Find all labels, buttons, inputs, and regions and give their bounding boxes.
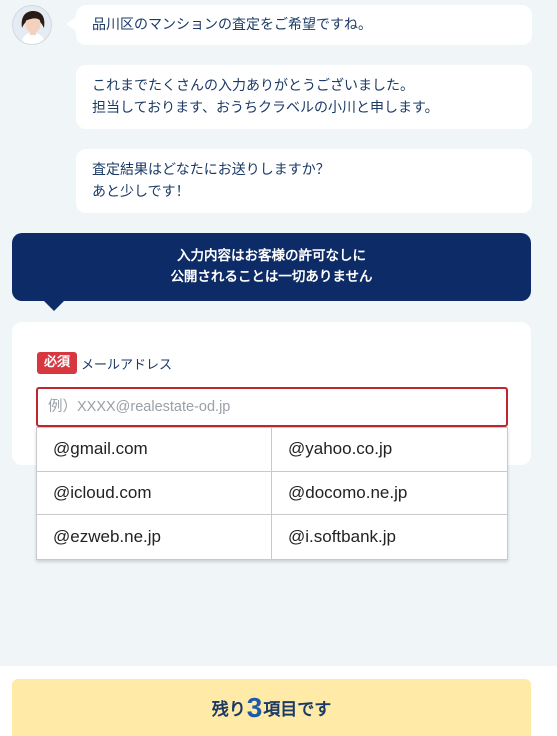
domain-suggestion-yahoo[interactable]: @yahoo.co.jp xyxy=(272,428,507,472)
chat-message-1: 品川区のマンションの査定をご希望ですね。 xyxy=(66,5,532,45)
chat-message-2-line-2: 担当しております、おうちクラベルの小川と申します。 xyxy=(92,100,439,116)
domain-suggestion-icloud[interactable]: @icloud.com xyxy=(37,471,272,516)
chat-message-2-line-1: これまでたくさんの入力ありがとうございました。 xyxy=(92,78,414,94)
required-badge: 必須 xyxy=(37,352,78,374)
privacy-notice-line-2: 公開されることは一切ありません xyxy=(170,269,373,285)
domain-suggestion-docomo[interactable]: @docomo.ne.jp xyxy=(272,472,507,516)
chat-message-1-line-1: 品川区のマンションの査定をご希望ですね。 xyxy=(92,17,372,33)
chat-message-3-line-1: 査定結果はどなたにお送りしますか？ xyxy=(92,162,330,178)
chat-message-3-line-2: あと少しです！ xyxy=(92,184,190,200)
email-field-label-row: 必須 メールアドレス xyxy=(37,352,172,374)
domain-suggestion-softbank[interactable]: @i.softbank.jp xyxy=(272,515,507,559)
remaining-items-banner: 残り 3 項目です xyxy=(12,679,531,736)
email-field-label: メールアドレス xyxy=(81,357,173,373)
email-domain-suggestions: @gmail.com @yahoo.co.jp @icloud.com @doc… xyxy=(36,427,508,560)
operator-avatar xyxy=(12,5,52,45)
domain-suggestion-ezweb[interactable]: @ezweb.ne.jp xyxy=(37,515,272,559)
chat-message-3: 査定結果はどなたにお送りしますか？ あと少しです！ xyxy=(76,149,532,213)
privacy-notice-line-1: 入力内容はお客様の許可なしに xyxy=(177,248,366,264)
email-input[interactable] xyxy=(36,387,508,427)
remaining-prefix: 残り xyxy=(211,700,246,720)
operator-avatar-icon xyxy=(13,6,51,44)
domain-suggestion-gmail[interactable]: @gmail.com xyxy=(37,428,272,472)
privacy-notice: 入力内容はお客様の許可なしに 公開されることは一切ありません xyxy=(12,233,531,311)
remaining-count: 3 xyxy=(246,691,263,723)
chat-message-2: これまでたくさんの入力ありがとうございました。 担当しております、おうちクラベル… xyxy=(76,65,532,129)
remaining-suffix: 項目です xyxy=(263,700,332,720)
